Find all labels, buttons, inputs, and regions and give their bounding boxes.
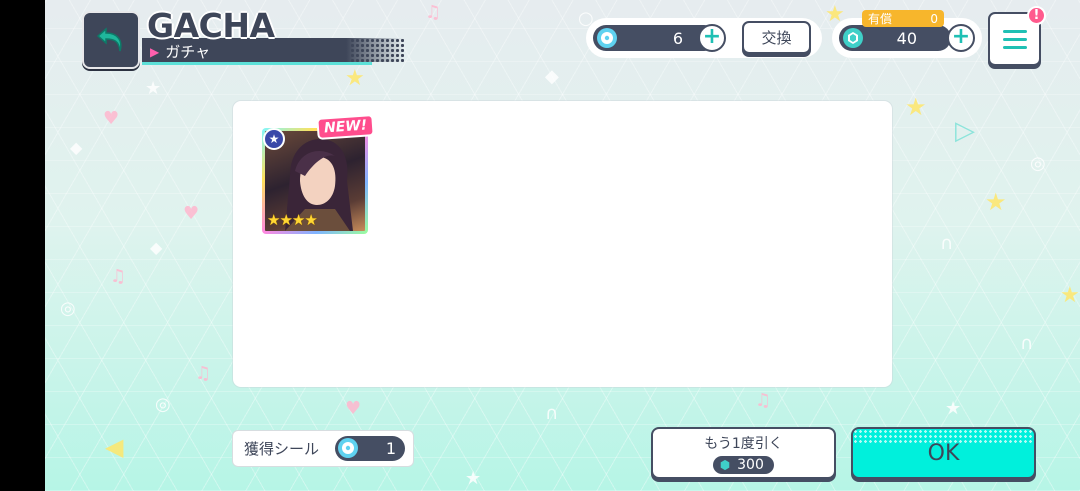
menu-icon-line: [1002, 45, 1027, 49]
headphones-decoration-icon: ∩: [1020, 333, 1034, 354]
disc-decoration-icon: ◎: [155, 394, 171, 415]
back-arrow-icon: [96, 27, 122, 52]
crystal-count-pill: 40: [839, 25, 951, 51]
exchange-button[interactable]: 交換: [742, 21, 811, 54]
music-note-decoration-icon: ♫: [195, 363, 212, 384]
star-decoration-icon: ★: [1060, 283, 1080, 308]
crystal-icon: [720, 459, 730, 470]
draw-again-cost: 300: [713, 455, 774, 474]
paid-count: 0: [930, 11, 938, 26]
headphones-decoration-icon: ∩: [545, 403, 559, 424]
star-decoration-icon: ★: [985, 188, 1007, 216]
page-subtitle-text: ガチャ: [165, 43, 211, 61]
music-note-decoration-icon: ♫: [110, 266, 127, 287]
title-underline: [142, 62, 372, 65]
heart-decoration-icon: ♥: [183, 203, 200, 224]
star-decoration-icon: ★: [465, 468, 482, 489]
menu-icon-line: [1002, 37, 1027, 41]
disc-decoration-icon: ◎: [60, 298, 76, 319]
page-subtitle: ▶ ガチャ: [150, 41, 210, 62]
headphones-decoration-icon: ∩: [940, 233, 954, 254]
page-title: GACHA: [147, 6, 275, 45]
back-button[interactable]: [82, 11, 140, 69]
play-decoration-icon: ◀: [105, 433, 124, 461]
play-decoration-icon: ▷: [955, 116, 975, 146]
disc-decoration-icon: ◎: [1030, 153, 1046, 174]
menu-icon-line: [1002, 29, 1027, 33]
draw-again-label: もう1度引く: [704, 435, 783, 452]
diamond-decoration-icon: ◆: [70, 138, 83, 157]
stickers-count: 1: [385, 439, 396, 458]
diamond-decoration-icon: ◆: [150, 238, 163, 257]
add-tickets-button[interactable]: +: [698, 24, 726, 52]
star-decoration-icon: ★: [905, 93, 927, 121]
paid-crystal-label: 有償 0: [862, 10, 944, 27]
ok-button[interactable]: OK: [851, 427, 1036, 479]
stickers-count-pill: 1: [335, 436, 405, 461]
diamond-decoration-icon: ◆: [545, 66, 559, 87]
rarity-stars: ★★★★: [267, 211, 318, 229]
star-decoration-icon: ★: [345, 66, 365, 91]
obtained-stickers-label: 獲得シール: [244, 440, 320, 458]
star-decoration-icon: ★: [945, 398, 962, 419]
ticket-disc-icon: [597, 28, 617, 48]
heart-decoration-icon: ♥: [103, 108, 120, 129]
title-banner-dots: [350, 38, 405, 62]
ticket-count: 6: [672, 28, 683, 48]
heart-decoration-icon: ♥: [345, 398, 362, 419]
new-tag: NEW!: [316, 114, 375, 140]
crystal-count: 40: [896, 28, 917, 48]
star-decoration-icon: ★: [145, 78, 162, 99]
add-crystals-button[interactable]: +: [947, 24, 975, 52]
sticker-disc-icon: [338, 438, 358, 458]
ok-label: OK: [927, 440, 960, 466]
music-note-decoration-icon: ♫: [755, 390, 772, 411]
music-note-decoration-icon: ♫: [425, 2, 442, 23]
triangle-bullet-icon: ▶: [150, 44, 160, 59]
notification-badge: !: [1027, 6, 1046, 25]
paid-label-text: 有償: [868, 12, 893, 26]
star-attribute-icon: ★: [263, 128, 285, 150]
crystal-icon: [843, 28, 863, 48]
draw-again-cost-value: 300: [737, 456, 764, 473]
draw-again-button[interactable]: もう1度引く 300: [651, 427, 836, 479]
obtained-stickers-panel: 獲得シール 1: [232, 430, 414, 467]
